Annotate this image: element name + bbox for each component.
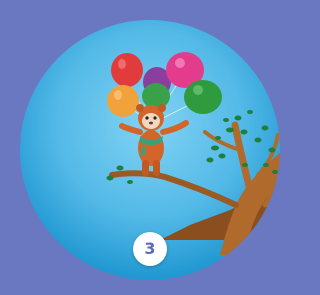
page-number-badge[interactable]: 3	[133, 232, 167, 266]
game-stage: 3	[0, 0, 283, 295]
page-number-label: 3	[144, 239, 156, 258]
